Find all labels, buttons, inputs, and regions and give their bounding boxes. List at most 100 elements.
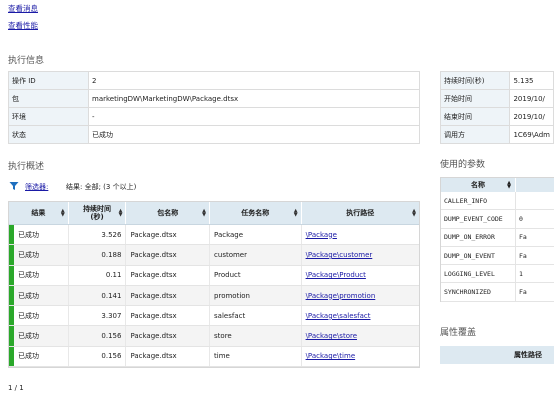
exec-info-left-table: 操作 ID 2 包 marketingDW\MarketingDW\Package.d…	[8, 71, 420, 144]
exec-info-value: 2019/10/	[509, 89, 554, 108]
param-row: LOGGING_LEVEL 1	[441, 265, 554, 284]
result-text: 已成功	[18, 230, 39, 239]
col-param-name[interactable]: 名称 ▲ ▼	[441, 178, 516, 192]
param-name: DUMP_EVENT_CODE	[441, 210, 516, 228]
execution-path-link[interactable]: \Package\Product	[306, 271, 366, 279]
success-indicator	[9, 346, 14, 367]
package-cell: Package.dtsx	[126, 265, 211, 285]
path-cell: \Package\time	[302, 347, 419, 366]
col-task[interactable]: 任务名称 ▲ ▼	[210, 202, 302, 224]
col-task-label: 任务名称	[241, 209, 270, 217]
sort-icon[interactable]: ▲ ▼	[294, 209, 298, 218]
param-row: DUMP_ON_ERROR Fa	[441, 228, 554, 247]
exec-info-row: 包 marketingDW\MarketingDW\Package.dtsx	[8, 89, 420, 108]
params-title: 使用的参数	[440, 160, 486, 170]
execution-path-link[interactable]: \Package\time	[306, 352, 356, 360]
result-text: 已成功	[18, 291, 39, 300]
path-cell: \Package\customer	[302, 245, 419, 264]
table-row: 已成功 3.307 Package.dtsx salesfact \Package\sa…	[9, 306, 419, 327]
view-performance-link[interactable]: 查看性能	[8, 20, 38, 31]
execution-path-link[interactable]: \Package\promotion	[306, 292, 376, 300]
col-result[interactable]: 结果 ▲ ▼	[9, 202, 69, 224]
param-row: DUMP_ON_EVENT Fa	[441, 246, 554, 266]
result-cell: 已成功	[9, 225, 69, 245]
path-cell: \Package\promotion	[302, 286, 419, 305]
sort-icon[interactable]: ▲ ▼	[202, 209, 206, 218]
sort-icon[interactable]: ▲ ▼	[507, 181, 511, 190]
param-row: DUMP_EVENT_CODE 0	[441, 210, 554, 229]
param-value: Fa	[519, 233, 527, 242]
duration-cell: 0.156	[69, 346, 127, 367]
success-indicator	[9, 265, 14, 285]
package-cell: Package.dtsx	[126, 346, 211, 367]
task-cell: promotion	[210, 285, 302, 306]
exec-info-value: 5.135	[509, 71, 554, 90]
execution-path-link[interactable]: \Package	[306, 231, 337, 239]
table-row: 已成功 0.11 Package.dtsx Product \Package\Produ…	[9, 265, 419, 286]
param-name: DUMP_ON_EVENT	[441, 246, 516, 265]
exec-info-row: 开始时间 2019/10/	[439, 89, 554, 108]
duration-cell: 0.188	[69, 245, 127, 265]
success-indicator	[9, 285, 14, 306]
param-value: 0	[519, 214, 523, 223]
param-name: SYNCHRONIZED	[441, 283, 516, 301]
success-indicator	[9, 225, 14, 245]
col-duration[interactable]: 持续时间 (秒) ▲ ▼	[69, 202, 127, 224]
param-name: DUMP_ON_ERROR	[441, 228, 516, 246]
result-text: 已成功	[18, 352, 39, 361]
exec-info-row: 结束时间 2019/10/	[439, 107, 554, 126]
result-text: 已成功	[18, 332, 39, 341]
exec-info-value: -	[88, 107, 420, 126]
table-row: 已成功 0.141 Package.dtsx promotion \Package\pr…	[9, 285, 419, 307]
exec-info-row: 操作 ID 2	[8, 71, 420, 90]
execution-path-link[interactable]: \Package\customer	[306, 251, 373, 259]
col-property-path[interactable]: 属性路径	[514, 350, 542, 360]
filter-result-text: 结果: 全部; (3 个以上)	[66, 183, 137, 191]
exec-info-key: 状态	[8, 125, 89, 144]
exec-info-value: marketingDW\MarketingDW\Package.dtsx	[88, 89, 420, 108]
exec-info-key: 环境	[8, 107, 89, 126]
filter-link[interactable]: 筛选器:	[25, 182, 48, 192]
duration-cell: 3.526	[69, 225, 127, 245]
package-cell: Package.dtsx	[126, 306, 211, 326]
result-cell: 已成功	[9, 285, 69, 306]
success-indicator	[9, 306, 14, 326]
exec-info-key: 操作 ID	[8, 71, 89, 90]
sort-icon[interactable]: ▲ ▼	[61, 209, 65, 218]
task-cell: store	[210, 326, 302, 346]
path-cell: \Package	[302, 225, 419, 244]
execution-path-link[interactable]: \Package\store	[306, 332, 357, 340]
result-cell: 已成功	[9, 306, 69, 326]
duration-cell: 0.156	[69, 326, 127, 346]
param-row: SYNCHRONIZED Fa	[441, 283, 554, 302]
exec-info-row: 持续时间(秒) 5.135	[439, 71, 554, 90]
overrides-table-header: 属性路径	[440, 346, 554, 364]
duration-cell: 3.307	[69, 306, 127, 326]
task-cell: customer	[210, 245, 302, 265]
result-text: 已成功	[18, 311, 39, 320]
exec-info-key: 结束时间	[439, 107, 511, 126]
package-cell: Package.dtsx	[126, 245, 211, 265]
sort-icon[interactable]: ▲ ▼	[119, 209, 123, 218]
filter-icon[interactable]	[9, 181, 19, 191]
param-row: CALLER_INFO	[441, 192, 554, 211]
col-duration-label: 持续时间 (秒)	[83, 205, 112, 221]
view-messages-link[interactable]: 查看消息	[8, 3, 38, 14]
col-path[interactable]: 执行路径 ▲ ▼	[302, 202, 419, 224]
col-path-label: 执行路径	[346, 209, 375, 217]
task-cell: salesfact	[210, 306, 302, 326]
exec-info-row: 调用方 1C69\Adm	[439, 125, 554, 144]
exec-info-row: 环境 -	[8, 107, 420, 126]
col-package[interactable]: 包名称 ▲ ▼	[126, 202, 211, 224]
param-value: 1	[519, 269, 523, 278]
overview-title: 执行概述	[8, 162, 45, 172]
path-cell: \Package\Product	[302, 266, 419, 285]
col-package-label: 包名称	[157, 209, 179, 217]
table-row: 已成功 0.156 Package.dtsx time \Package\time	[9, 346, 419, 368]
success-indicator	[9, 326, 14, 346]
result-cell: 已成功	[9, 326, 69, 346]
execution-path-link[interactable]: \Package\salesfact	[306, 312, 371, 320]
sort-icon[interactable]: ▲ ▼	[412, 209, 416, 218]
package-cell: Package.dtsx	[126, 285, 211, 306]
exec-info-key: 调用方	[439, 125, 511, 144]
